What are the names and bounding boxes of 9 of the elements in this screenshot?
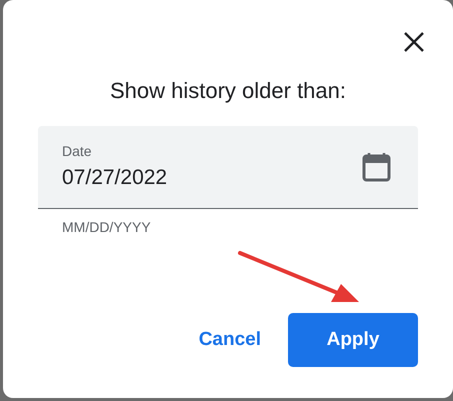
field-value: 07/27/2022 <box>62 165 168 191</box>
cancel-button[interactable]: Cancel <box>196 313 263 367</box>
close-icon[interactable] <box>402 30 426 54</box>
format-hint: MM/DD/YYYY <box>62 218 152 236</box>
date-field[interactable]: Date 07/27/2022 <box>38 126 418 209</box>
calendar-icon[interactable] <box>362 152 391 182</box>
dialog-title: Show history older than: <box>108 77 348 105</box>
field-label: Date <box>62 142 93 160</box>
apply-button[interactable]: Apply <box>288 313 418 367</box>
